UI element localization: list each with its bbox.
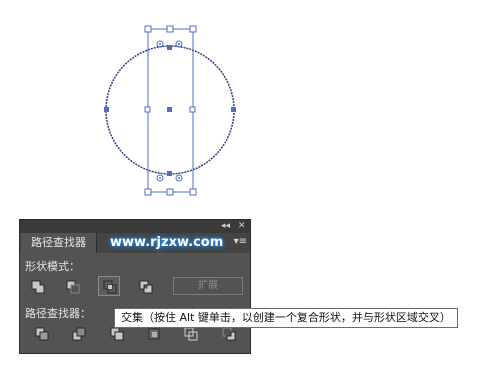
minus-front-button[interactable] [62,277,84,297]
intersect-tooltip: 交集（按住 Alt 键单击，以创建一个复合形状，并与形状区域交叉） [114,308,458,328]
expand-button[interactable]: 扩展 [173,277,243,295]
intersect-icon [103,280,117,294]
trim-button[interactable] [68,324,90,344]
minus-back-icon [222,327,236,341]
exclude-button[interactable] [135,277,157,297]
close-panel-icon[interactable]: ✕ [238,220,246,233]
divide-icon [35,327,49,341]
outline-icon [184,327,198,341]
panel-tab-row: 路径查找器 www.rjzxw.com ▾≡ [20,233,250,253]
selected-artwork[interactable] [0,0,499,215]
tab-pathfinder[interactable]: 路径查找器 [21,233,97,253]
unite-button[interactable] [27,277,49,297]
crop-icon [148,328,160,340]
pathfinder-panel: ◂◂ ✕ 路径查找器 www.rjzxw.com ▾≡ 形状模式： 扩展 路径查… [19,219,251,354]
artboard-canvas[interactable] [0,0,499,215]
divide-button[interactable] [31,324,53,344]
pathfinders-label: 路径查找器： [25,307,91,320]
unite-icon [31,280,45,294]
panel-title-bar[interactable]: ◂◂ ✕ [20,220,250,233]
trim-icon [72,327,86,341]
exclude-icon [139,280,153,294]
panel-menu-icon[interactable]: ▾≡ [234,237,247,247]
watermark-text: www.rjzxw.com [110,235,224,250]
merge-icon [110,327,124,341]
collapse-panel-icon[interactable]: ◂◂ [221,220,230,233]
minus-front-icon [66,280,80,294]
shape-modes-label: 形状模式： [25,260,80,273]
intersect-button[interactable] [98,276,120,296]
